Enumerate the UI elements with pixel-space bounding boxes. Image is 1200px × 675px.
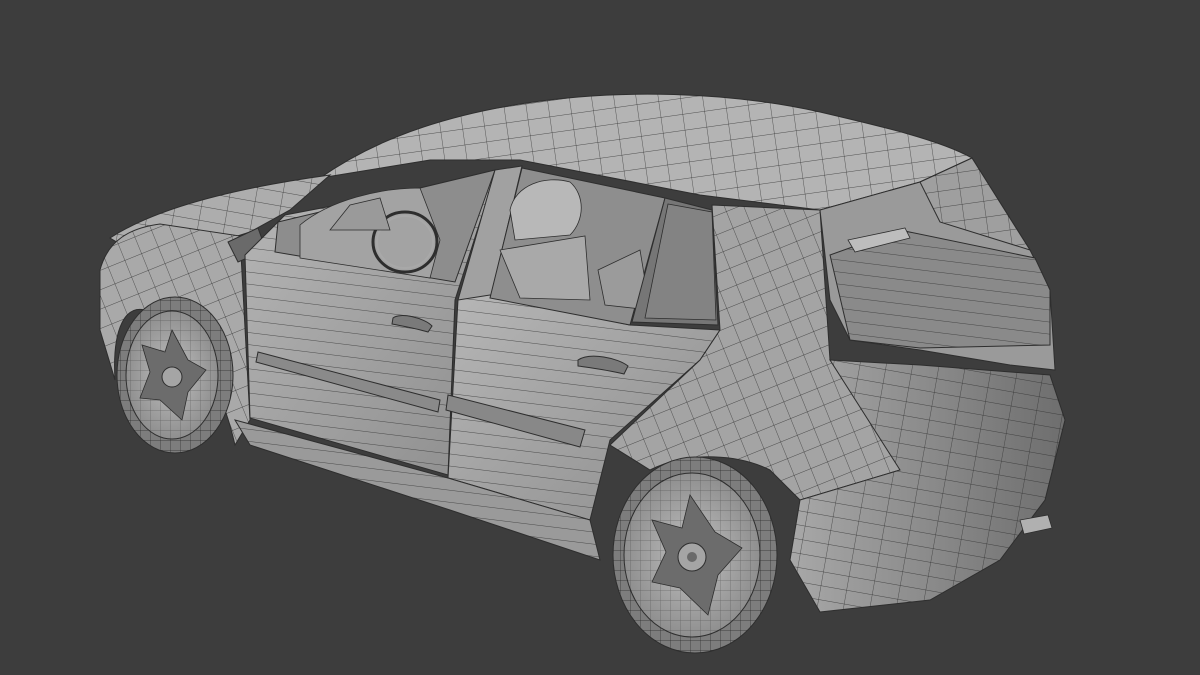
- 3d-viewport[interactable]: [0, 0, 1200, 675]
- front-wheel: [116, 296, 234, 454]
- wheel-hub: [161, 366, 183, 388]
- rear-wheel: [612, 456, 778, 654]
- car-model-render: [99, 93, 1066, 654]
